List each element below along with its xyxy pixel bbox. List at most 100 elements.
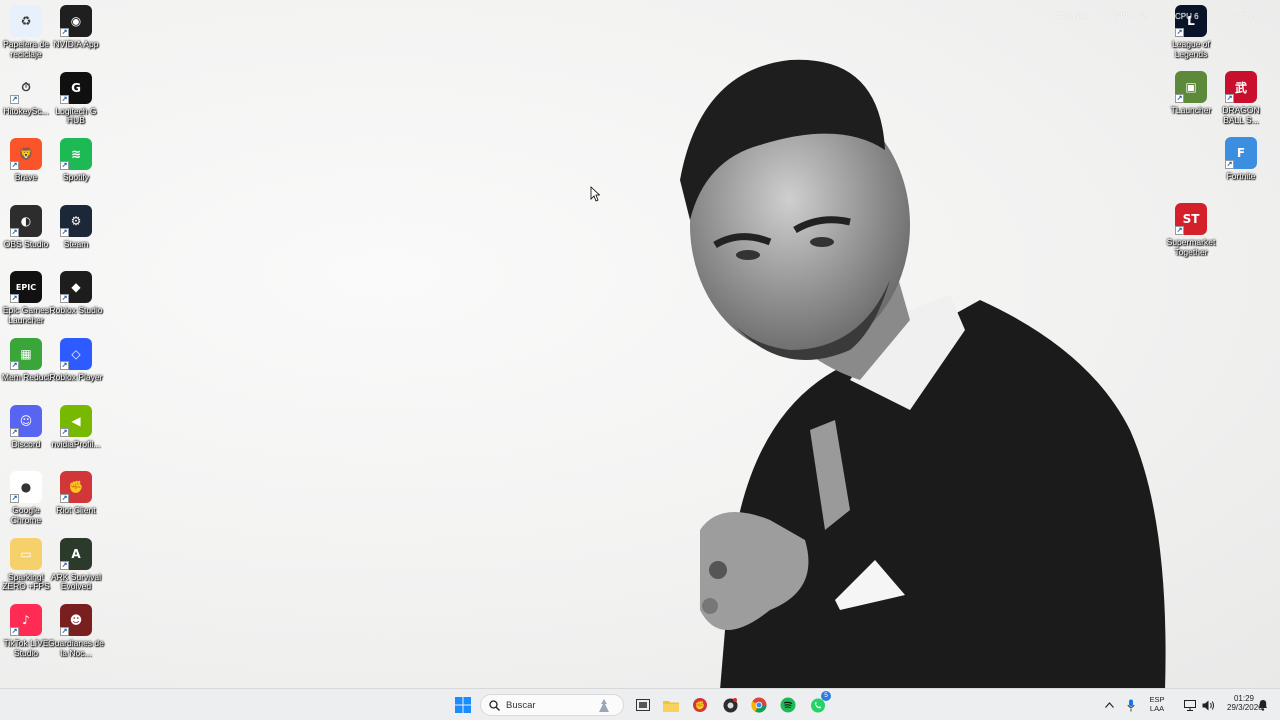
start-button[interactable]: [451, 694, 475, 716]
desktop-icon-label: Papelera de reciclaje: [3, 39, 49, 59]
desktop[interactable]: ♻ Papelera de reciclaje ◉ ↗ NVIDIA App ⏱ ↗ Hito…: [0, 0, 1280, 688]
dragon-ball-icon-glyph: 武: [1234, 80, 1247, 95]
shortcut-arrow-icon: ↗: [10, 494, 19, 504]
search-highlight-icon: [597, 698, 611, 718]
desktop-icon-label: TikTok LIVE Studio: [3, 638, 49, 658]
tiktok-icon-glyph: ♪: [22, 613, 30, 628]
shortcut-arrow-icon: ↗: [1225, 160, 1234, 169]
shortcut-arrow-icon: ↗: [60, 361, 69, 370]
mem-reduct-icon: ▦ ↗: [10, 338, 42, 370]
desktop-icon-dragon-ball[interactable]: 武 ↗ DRAGON BALL S...: [1215, 71, 1267, 137]
desktop-icon-nvidia-profile[interactable]: ◀ ↗ nvidiaProfil...: [50, 404, 102, 471]
quick-settings-button[interactable]: [1170, 694, 1228, 716]
shortcut-arrow-icon: ↗: [60, 627, 69, 637]
riot-client-icon-glyph: ✊: [68, 480, 84, 495]
desktop-icon-tiktok[interactable]: ♪ ↗ TikTok LIVE Studio: [0, 604, 52, 670]
supermarket-icon: ST ↗: [1175, 203, 1207, 235]
shortcut-arrow-icon: ↗: [1175, 226, 1184, 235]
desktop-icon-label: Fortnite: [1226, 171, 1256, 181]
tlauncher-icon: ▣ ↗: [1175, 71, 1207, 103]
desktop-icon-label: OBS Studio: [3, 238, 49, 249]
taskbar-whatsapp[interactable]: 5: [806, 691, 831, 716]
microphone-icon: [1127, 699, 1135, 711]
taskbar-spotify[interactable]: [776, 694, 800, 716]
desktop-icon-nvidia[interactable]: ◉ ↗ NVIDIA App: [50, 5, 102, 71]
desktop-icon-riot-client[interactable]: ✊ ↗ Riot Client: [50, 471, 102, 537]
desktop-icon-recycle-bin[interactable]: ♻ Papelera de reciclaje: [0, 5, 52, 71]
desktop-icon-chrome[interactable]: ● ↗ Google Chrome: [0, 471, 52, 537]
desktop-icon-ark[interactable]: A ↗ ARK Survival Evolved: [50, 537, 102, 604]
task-view-icon: [636, 699, 650, 711]
discord-icon: ☺ ↗: [10, 404, 42, 437]
latency-stat: LAT N/A: [1230, 12, 1260, 21]
language-indicator[interactable]: ESP LAA: [1146, 695, 1168, 713]
desktop-icon-tlauncher[interactable]: ▣ ↗ TLauncher: [1165, 71, 1217, 137]
desktop-icon-obs[interactable]: ◐ ↗ OBS Studio: [0, 204, 52, 271]
obs-icon: ◐ ↗: [10, 204, 42, 237]
spotify-icon: ≋ ↗: [60, 138, 92, 171]
chrome-icon: ● ↗: [10, 471, 42, 504]
nvidia-icon-glyph: ◉: [70, 14, 82, 28]
task-view-button[interactable]: [631, 694, 655, 716]
obs-icon: [723, 697, 737, 712]
epic-games-icon-glyph: EPIC: [15, 282, 37, 292]
search-placeholder: Buscar: [506, 699, 536, 711]
notifications-button[interactable]: [1254, 694, 1272, 716]
taskbar-file-explorer[interactable]: [659, 694, 683, 716]
supermarket-icon-glyph: ST: [1182, 212, 1200, 226]
taskbar-obs[interactable]: [718, 694, 742, 716]
microphone-button[interactable]: [1120, 694, 1142, 716]
taskbar-riot-client[interactable]: ✊: [688, 694, 712, 716]
search-input[interactable]: Buscar: [480, 694, 624, 716]
wallpaper-portrait: [680, 59, 1166, 688]
desktop-icon-label: Riot Client: [56, 505, 96, 516]
desktop-icon-hotkey[interactable]: ⏱ ↗ HitokeySc...: [0, 71, 52, 138]
desktop-icon-logitech-g[interactable]: G ↗ Logitech G HUB: [50, 71, 102, 138]
spotify-icon: [780, 697, 796, 713]
show-hidden-icons-button[interactable]: [1098, 694, 1120, 716]
performance-overlay: FPS N/A GPU 3 % CPU 6 LAT N/A: [1056, 12, 1270, 26]
shortcut-arrow-icon: ↗: [10, 161, 19, 171]
whatsapp-badge: 5: [821, 691, 831, 701]
desktop-icon-label: Mem Reduct: [1, 372, 51, 382]
fortnite-icon-glyph: F: [1236, 146, 1246, 160]
desktop-icon-spotify[interactable]: ≋ ↗ Spotify: [50, 138, 102, 204]
riot-client-icon: ✊: [693, 698, 707, 712]
shortcut-arrow-icon: ↗: [60, 227, 69, 237]
desktop-icon-mem-reduct[interactable]: ▦ ↗ Mem Reduct: [0, 338, 52, 404]
shortcut-arrow-icon: ↗: [10, 361, 19, 370]
language-code: ESP: [1149, 695, 1165, 704]
desktop-icon-label: Google Chrome: [10, 505, 42, 525]
desktop-icon-folder[interactable]: ▭ Sparking! ZERO +FPS: [0, 537, 52, 604]
chrome-icon-glyph: ●: [20, 480, 32, 495]
desktop-icon-supermarket[interactable]: ST ↗ Supermarket Together: [1165, 203, 1217, 269]
shortcut-arrow-icon: ↗: [10, 227, 19, 237]
desktop-icon-roblox-studio[interactable]: ◆ ↗ Roblox Studio: [50, 271, 102, 337]
desktop-icon-brave[interactable]: 🦁 ↗ Brave: [0, 138, 52, 204]
taskbar-chrome[interactable]: [747, 694, 771, 716]
guardianes-icon-glyph: ☻: [69, 613, 83, 628]
steam-icon: ⚙ ↗: [60, 204, 92, 237]
folder-icon: ▭: [10, 537, 42, 570]
desktop-icon-roblox-player[interactable]: ◇ ↗ Roblox Player: [50, 338, 102, 404]
epic-games-icon: EPIC ↗: [10, 271, 42, 304]
roblox-player-icon: ◇ ↗: [60, 338, 92, 370]
desktop-icon-label: Roblox Studio: [49, 305, 103, 316]
keyboard-layout: LAA: [1149, 704, 1165, 713]
recycle-bin-icon-glyph: ♻: [20, 14, 32, 28]
riot-client-icon: ✊ ↗: [60, 471, 92, 504]
desktop-icon-epic-games[interactable]: EPIC ↗ Epic Games Launcher: [0, 271, 52, 337]
ark-icon-glyph: A: [71, 546, 81, 561]
taskbar: Buscar ✊ 5 ESP LAA 01:29 29/3/2026: [0, 688, 1280, 720]
desktop-icon-discord[interactable]: ☺ ↗ Discord: [0, 404, 52, 471]
shortcut-arrow-icon: ↗: [10, 427, 19, 437]
svg-text:✊: ✊: [695, 701, 705, 710]
desktop-icon-steam[interactable]: ⚙ ↗ Steam: [50, 204, 102, 271]
hotkey-icon-glyph: ⏱: [21, 80, 31, 95]
desktop-icon-label: Guardianes de la Noc...: [48, 638, 104, 658]
shortcut-arrow-icon: ↗: [60, 294, 69, 304]
desktop-icon-guardianes[interactable]: ☻ ↗ Guardianes de la Noc...: [48, 604, 104, 670]
shortcut-arrow-icon: ↗: [60, 161, 69, 171]
discord-icon-glyph: ☺: [19, 413, 33, 428]
desktop-icon-fortnite[interactable]: F ↗ Fortnite: [1215, 137, 1267, 203]
